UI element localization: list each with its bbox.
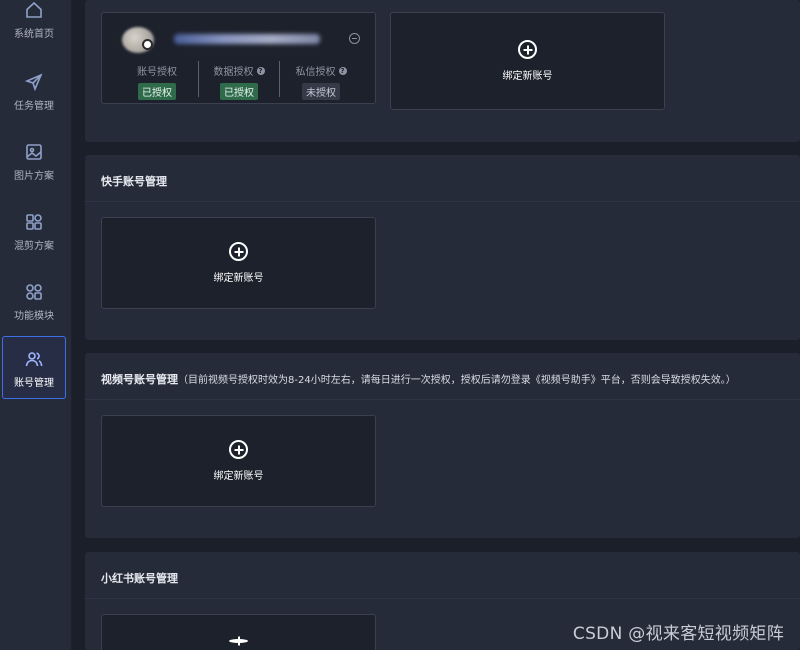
auth-account: 账号授权 已授权 [112, 63, 202, 100]
send-icon [24, 72, 44, 92]
apps-icon [24, 282, 44, 302]
account-name-blurred [174, 34, 320, 44]
divider [85, 399, 800, 400]
sidebar-item-images[interactable]: 图片方案 [2, 134, 66, 196]
sidebar-item-tasks[interactable]: 任务管理 [2, 64, 66, 126]
sidebar-item-label: 图片方案 [14, 171, 54, 182]
bind-new-account-button[interactable]: 绑定新账号 [101, 217, 376, 309]
bind-label: 绑定新账号 [213, 273, 264, 284]
section-douyin: 账号授权 已授权 数据授权? 已授权 私信授权? 未授权 绑定新账号 [85, 0, 800, 142]
help-icon[interactable]: ? [256, 66, 265, 75]
sidebar-item-label: 系统首页 [14, 29, 54, 40]
auth-label: 账号授权 [137, 67, 177, 78]
section-title: 小红书账号管理 [101, 572, 178, 585]
divider [85, 201, 800, 202]
sidebar: 系统首页 任务管理 图片方案 混剪方案 功能模块 账号管理 [0, 0, 72, 650]
sidebar-item-modules[interactable]: 功能模块 [2, 274, 66, 336]
bind-label: 绑定新账号 [502, 71, 553, 82]
plus-circle-icon [229, 242, 248, 261]
home-icon [24, 0, 44, 20]
section-note: （目前视频号授权时效为8-24小时左右，请每日进行一次授权，授权后请勿登录《视频… [178, 375, 736, 386]
main-content: 账号授权 已授权 数据授权? 已授权 私信授权? 未授权 绑定新账号 快手账号管… [85, 0, 800, 650]
remove-icon[interactable] [349, 33, 360, 44]
sidebar-item-home[interactable]: 系统首页 [2, 0, 66, 54]
users-icon [24, 349, 44, 369]
app: 系统首页 任务管理 图片方案 混剪方案 功能模块 账号管理 账号授权 已授权 数… [0, 0, 800, 650]
sidebar-item-label: 任务管理 [14, 101, 54, 112]
bind-new-account-button[interactable] [101, 614, 376, 650]
grid-icon [24, 212, 44, 232]
platform-badge-icon [142, 39, 153, 50]
help-icon[interactable]: ? [338, 66, 347, 75]
plus-circle-icon [229, 440, 248, 459]
auth-label: 数据授权? [213, 66, 265, 78]
image-icon [24, 142, 44, 162]
sidebar-item-label: 功能模块 [14, 311, 54, 322]
sidebar-item-label: 混剪方案 [14, 241, 54, 252]
sidebar-item-label: 账号管理 [14, 378, 54, 389]
section-title: 快手账号管理 [101, 175, 167, 188]
status-badge: 已授权 [220, 83, 258, 100]
auth-data: 数据授权? 已授权 [194, 63, 284, 100]
bind-new-account-button[interactable]: 绑定新账号 [101, 415, 376, 507]
sidebar-item-accounts[interactable]: 账号管理 [2, 336, 66, 399]
bind-new-account-button[interactable]: 绑定新账号 [390, 12, 665, 110]
plus-circle-icon [229, 639, 248, 643]
auth-label: 私信授权? [295, 66, 347, 78]
section-shipinhao: 视频号账号管理（目前视频号授权时效为8-24小时左右，请每日进行一次授权，授权后… [85, 353, 800, 538]
section-kuaishou: 快手账号管理 绑定新账号 [85, 155, 800, 340]
section-title: 视频号账号管理（目前视频号授权时效为8-24小时左右，请每日进行一次授权，授权后… [101, 373, 736, 386]
auth-message: 私信授权? 未授权 [276, 63, 366, 100]
sidebar-item-remix[interactable]: 混剪方案 [2, 204, 66, 266]
account-card: 账号授权 已授权 数据授权? 已授权 私信授权? 未授权 [101, 12, 376, 104]
watermark: CSDN @视来客短视频矩阵 [572, 624, 784, 644]
status-badge: 未授权 [302, 83, 340, 100]
status-badge: 已授权 [138, 83, 176, 100]
plus-circle-icon [518, 40, 537, 59]
divider [85, 598, 800, 599]
bind-label: 绑定新账号 [213, 471, 264, 482]
